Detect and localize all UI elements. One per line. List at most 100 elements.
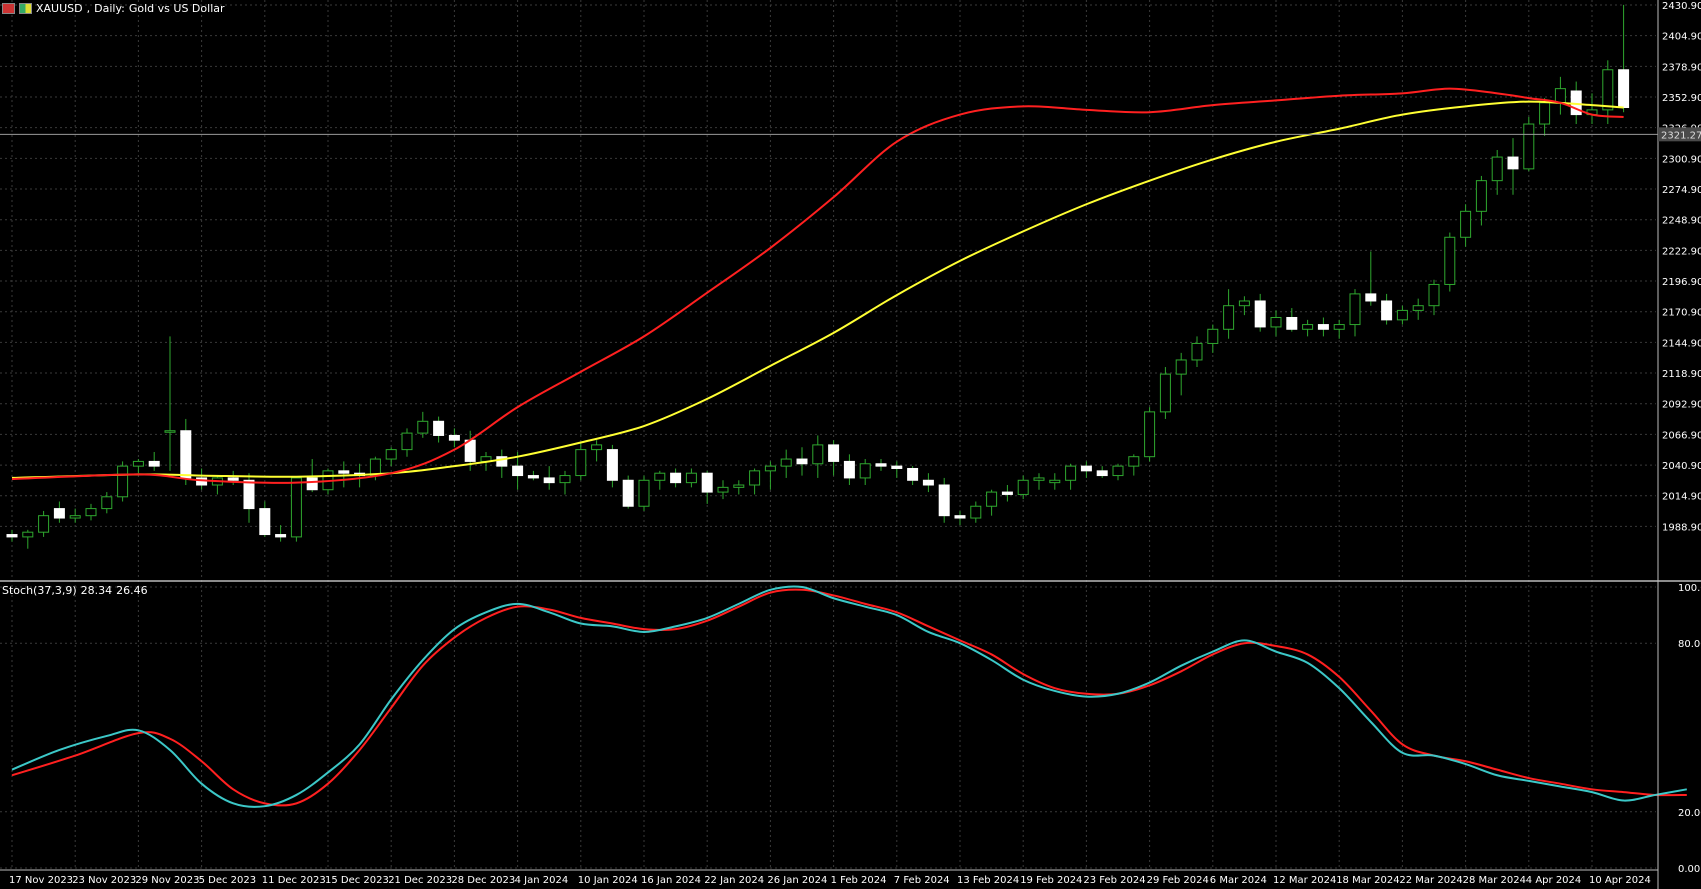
date-tick-label: 23 Feb 2024 — [1083, 875, 1145, 886]
candle-up — [385, 449, 397, 460]
candle-up — [117, 465, 129, 498]
chart-header: XAUUSD, Daily: Gold vs US Dollar — [2, 2, 225, 15]
candle-up — [859, 463, 871, 479]
chart-type-icon[interactable] — [19, 3, 32, 14]
candle-down — [1096, 470, 1108, 477]
candle-down — [1001, 491, 1013, 495]
candle-down — [1618, 69, 1630, 109]
stoch-tick-label: 0.00 — [1678, 864, 1700, 875]
stoch-tick-label: 20.00 — [1678, 808, 1701, 819]
date-tick-label: 4 Jan 2024 — [515, 875, 569, 886]
candle-up — [1112, 465, 1124, 477]
candle-down — [875, 463, 887, 467]
candle-down — [796, 458, 808, 465]
price-tick-label: 2222.90 — [1662, 246, 1701, 257]
candle-down — [6, 534, 18, 538]
candle-up — [1302, 324, 1314, 330]
candle-up — [749, 470, 761, 486]
date-tick-label: 29 Feb 2024 — [1147, 875, 1209, 886]
candle-up — [1602, 69, 1614, 111]
price-tick-label: 2040.90 — [1662, 461, 1701, 472]
candle-up — [1428, 283, 1440, 307]
candle-up — [717, 486, 729, 493]
candle-down — [53, 508, 65, 519]
candle-down — [606, 449, 618, 481]
candle-down — [843, 460, 855, 479]
symbol-label: XAUUSD — [36, 2, 83, 15]
candle-down — [227, 477, 239, 481]
candle-down — [954, 515, 966, 519]
candle-up — [1175, 359, 1187, 375]
price-tick-label: 2300.90 — [1662, 154, 1701, 165]
current-price-label: 2321.27 — [1661, 130, 1701, 141]
stoch-main-line — [11, 585, 1687, 808]
candle-down — [512, 465, 524, 477]
candle-up — [986, 491, 998, 507]
candle-up — [1412, 305, 1424, 311]
date-tick-label: 13 Feb 2024 — [957, 875, 1019, 886]
candle-up — [591, 444, 603, 451]
candle-up — [1333, 324, 1345, 330]
price-tick-label: 2430.90 — [1662, 1, 1701, 12]
candle-down — [1317, 324, 1329, 330]
chart-menu-icon[interactable] — [2, 3, 15, 14]
date-tick-label: 22 Jan 2024 — [704, 875, 764, 886]
price-tick-label: 2118.90 — [1662, 369, 1701, 380]
candle-up — [1017, 479, 1029, 495]
stoch-signal-line — [11, 588, 1687, 807]
candle-up — [575, 449, 587, 477]
date-tick-label: 12 Mar 2024 — [1273, 875, 1336, 886]
candle-down — [448, 434, 460, 441]
candle-up — [38, 515, 50, 533]
ma-fast-line — [11, 87, 1624, 484]
price-tick-label: 2404.90 — [1662, 32, 1701, 43]
chart-canvas: 2430.902404.902378.902352.902326.902300.… — [0, 0, 1701, 889]
candle-down — [1286, 316, 1298, 330]
candle-down — [701, 472, 713, 493]
date-tick-label: 26 Jan 2024 — [767, 875, 827, 886]
candle-up — [1207, 328, 1219, 344]
stoch-tick-label: 80.00 — [1678, 639, 1701, 650]
candle-up — [1460, 210, 1472, 238]
candle-down — [306, 477, 318, 491]
candle-down — [922, 479, 934, 486]
stoch-tick-label: 100.00 — [1678, 583, 1701, 594]
stoch-name: Stoch(37,3,9) — [2, 584, 77, 597]
stoch-main-value: 28.34 — [80, 584, 113, 597]
candle-down — [1365, 293, 1377, 302]
date-tick-label: 7 Feb 2024 — [894, 875, 950, 886]
candle-down — [259, 508, 271, 536]
candle-down — [527, 475, 539, 479]
candle-up — [1049, 479, 1061, 484]
candle-down — [1080, 465, 1092, 472]
candle-up — [1523, 123, 1535, 170]
candle-up — [417, 420, 429, 434]
candle-up — [1238, 300, 1250, 307]
candle-up — [638, 479, 650, 507]
candle-down — [338, 470, 350, 474]
date-tick-label: 29 Nov 2023 — [135, 875, 199, 886]
date-tick-label: 21 Dec 2023 — [388, 875, 452, 886]
date-tick-label: 15 Dec 2023 — [325, 875, 389, 886]
candle-up — [1033, 477, 1045, 481]
candle-down — [938, 484, 950, 517]
candle-down — [148, 460, 160, 467]
candle-down — [907, 467, 919, 481]
candle-up — [1396, 309, 1408, 321]
candle-up — [1349, 293, 1361, 326]
candle-up — [733, 484, 745, 488]
candle-down — [1381, 300, 1393, 321]
candle-up — [101, 496, 113, 510]
date-tick-label: 10 Apr 2024 — [1589, 875, 1651, 886]
date-tick-label: 28 Mar 2024 — [1463, 875, 1526, 886]
timeframe-label: Daily: — [94, 2, 125, 15]
candles — [6, 4, 1630, 549]
date-tick-label: 4 Apr 2024 — [1526, 875, 1581, 886]
candle-up — [970, 505, 982, 519]
price-tick-label: 2378.90 — [1662, 62, 1701, 73]
candle-down — [622, 479, 634, 507]
date-tick-label: 5 Dec 2023 — [199, 875, 257, 886]
candle-down — [433, 420, 445, 436]
date-tick-label: 22 Mar 2024 — [1399, 875, 1462, 886]
candle-down — [670, 472, 682, 484]
